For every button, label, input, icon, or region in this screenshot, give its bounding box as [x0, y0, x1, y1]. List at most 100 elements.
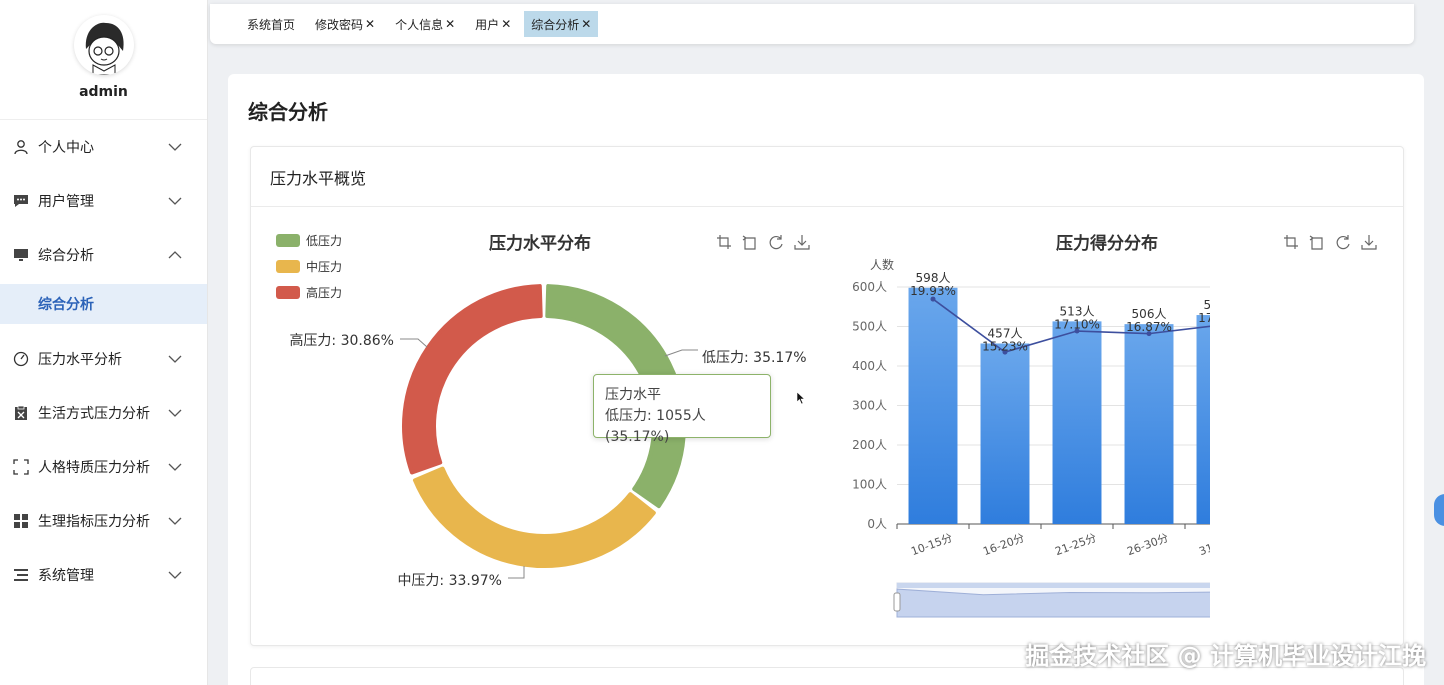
sidebar-item-personality-stress-analysis[interactable]: 人格特质压力分析 [0, 440, 207, 494]
pie-slice-label: 低压力: 35.17% [702, 350, 807, 366]
tab-label: 综合分析 [531, 17, 580, 32]
x-tick-label: 16-20分 [981, 531, 1026, 558]
bar-value-label: 529人 [1204, 298, 1210, 312]
side-float-button[interactable] [1434, 494, 1444, 526]
sidebar-subitem-comprehensive-analysis[interactable]: 综合分析 [0, 284, 207, 324]
watermark: 掘金技术社区 @ 计算机毕业设计江挽 [1025, 642, 1426, 670]
bar-toolbox [1278, 232, 1382, 252]
bar-value-label: 506人 [1132, 307, 1167, 321]
chevron-down-icon [168, 143, 182, 151]
sidebar-item-personal-center[interactable]: 个人中心 [0, 120, 207, 174]
download-icon[interactable] [789, 232, 815, 252]
zoom-reset-icon[interactable] [737, 232, 763, 252]
chevron-down-icon [168, 571, 182, 579]
datazoom-bar [897, 583, 1210, 588]
line-value-label: 17.63% [1198, 311, 1210, 325]
user-box: admin [0, 0, 207, 120]
bar-value-label: 513人 [1060, 304, 1095, 318]
restore-icon[interactable] [763, 232, 789, 252]
tab-label: 修改密码 [315, 17, 364, 32]
panel-title: 压力水平概览 [251, 147, 1403, 207]
line-value-label: 19.93% [910, 284, 956, 298]
clipboard-icon [12, 404, 30, 422]
close-icon[interactable]: ✕ [581, 17, 591, 31]
restore-icon[interactable] [1330, 232, 1356, 252]
datazoom-handle-left [893, 592, 901, 612]
frame-icon [12, 458, 30, 476]
chevron-down-icon [168, 355, 182, 363]
pie-slice-label: 高压力: 30.86% [289, 332, 394, 349]
x-tick-label: 21-25分 [1053, 531, 1098, 558]
grid-icon [12, 512, 30, 530]
legend-item-low[interactable]: 低压力 [276, 227, 342, 253]
x-tick-label: 31-35分 [1197, 531, 1210, 558]
y-axis-title: 人数 [870, 257, 894, 272]
zoom-icon[interactable] [711, 232, 737, 252]
tab-change-password[interactable]: 修改密码 ✕ [308, 11, 382, 37]
tab-label: 系统首页 [247, 17, 296, 32]
sidebar-item-physiological-stress-analysis[interactable]: 生理指标压力分析 [0, 494, 207, 548]
chevron-down-icon [168, 463, 182, 471]
sidebar-item-comprehensive-analysis[interactable]: 综合分析 [0, 228, 207, 282]
close-icon[interactable]: ✕ [445, 17, 455, 31]
chart-tooltip: 压力水平 低压力: 1055人 (35.17%) [593, 374, 771, 445]
line-value-label: 17.10% [1054, 317, 1100, 331]
tab-bar: 系统首页 修改密码 ✕ 个人信息 ✕ 用户 ✕ 综合分析 ✕ [210, 4, 1414, 44]
pie-label-line [664, 349, 698, 357]
username: admin [79, 84, 128, 100]
sidebar-item-label: 个人中心 [38, 140, 94, 156]
tab-home[interactable]: 系统首页 [240, 11, 302, 37]
download-icon[interactable] [1356, 232, 1382, 252]
sidebar-item-stress-level-analysis[interactable]: 压力水平分析 [0, 332, 207, 386]
sidebar-item-label: 用户管理 [38, 194, 94, 210]
cursor-icon [796, 391, 806, 405]
pie-label-line [508, 566, 525, 579]
pie-slice [402, 284, 543, 475]
y-tick-label: 200人 [852, 438, 887, 452]
y-tick-label: 300人 [852, 399, 887, 413]
sidebar-item-system-management[interactable]: 系统管理 [0, 548, 207, 602]
legend-swatch [276, 233, 300, 247]
tooltip-line: 低压力: 1055人 (35.17%) [605, 408, 706, 445]
pie-toolbox [711, 232, 815, 252]
sidebar-item-lifestyle-stress-analysis[interactable]: 生活方式压力分析 [0, 386, 207, 440]
x-tick-label: 10-15分 [909, 531, 954, 558]
sidebar-item-user-management[interactable]: 用户管理 [0, 174, 207, 228]
tab-comprehensive-analysis[interactable]: 综合分析 ✕ [524, 11, 599, 37]
sidebar-item-label: 综合分析 [38, 248, 94, 264]
tab-label: 个人信息 [395, 17, 444, 32]
close-icon[interactable]: ✕ [365, 17, 375, 31]
bar-value-label: 457人 [988, 326, 1023, 340]
close-icon[interactable]: ✕ [501, 17, 511, 31]
tab-user[interactable]: 用户 ✕ [468, 11, 518, 37]
chat-icon [12, 192, 30, 210]
x-tick-label: 26-30分 [1125, 531, 1170, 558]
tab-label: 用户 [475, 17, 500, 32]
pie-slice-label: 中压力: 33.97% [397, 573, 502, 589]
pie-label-line [400, 338, 428, 348]
pie-slice [412, 466, 656, 568]
bar [1124, 324, 1174, 524]
y-tick-label: 500人 [852, 320, 887, 334]
tab-personal-info[interactable]: 个人信息 ✕ [388, 11, 462, 37]
bar-chart: 人数占比0人100人200人300人400人500人600人0%3%6%9%12… [852, 257, 1210, 618]
bar [1196, 315, 1210, 524]
pie-chart-title: 压力水平分布 [489, 234, 591, 254]
sidebar-item-label: 压力水平分析 [38, 352, 122, 368]
chevron-down-icon [168, 517, 182, 525]
datazoom-shadow [896, 588, 1210, 618]
zoom-icon[interactable] [1278, 232, 1304, 252]
y-tick-label: 400人 [852, 359, 887, 373]
y-tick-label: 100人 [852, 478, 887, 492]
zoom-reset-icon[interactable] [1304, 232, 1330, 252]
sidebar-item-label: 生理指标压力分析 [38, 514, 150, 530]
gauge-icon [12, 350, 30, 368]
sidebar: admin 个人中心 用户管理 综合分析 综合分析 压力水平分析 生活方式压力分… [0, 0, 208, 685]
list-icon [12, 566, 30, 584]
y-tick-label: 0人 [867, 517, 887, 531]
bar [1052, 321, 1102, 524]
page-title: 综合分析 [248, 100, 328, 124]
sidebar-item-label: 人格特质压力分析 [38, 460, 150, 476]
avatar[interactable] [73, 15, 134, 75]
sidebar-item-label: 生活方式压力分析 [38, 406, 150, 422]
